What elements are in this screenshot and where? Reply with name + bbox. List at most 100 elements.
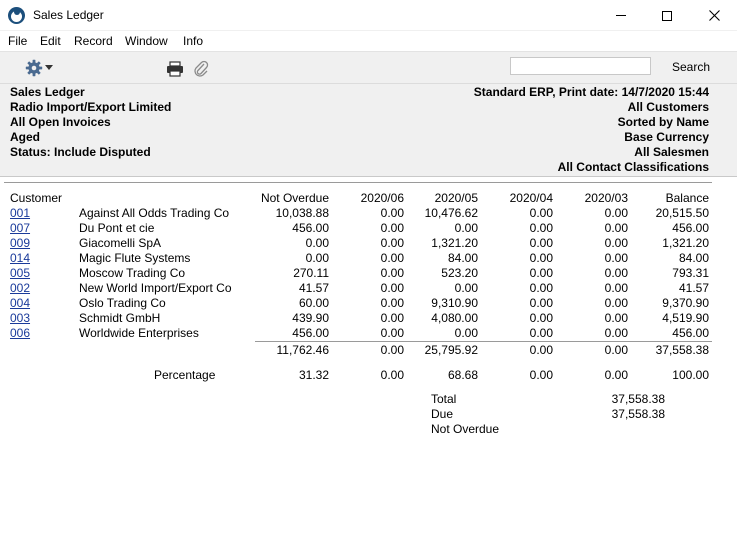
menu-file[interactable]: File [8,34,27,48]
close-icon [708,10,720,21]
customer-filter: All Customers [627,100,709,114]
percentage-label: Percentage [154,368,216,382]
cell-2020-04: 0.00 [529,326,553,340]
cell-not-overdue: 10,038.88 [275,206,329,220]
cell-2020-04: 0.00 [529,266,553,280]
report-body: Customer Not Overdue 2020/06 2020/05 202… [0,178,737,554]
column-header-customer: Customer [10,191,63,205]
table-row[interactable]: 005 Moscow Trading Co 270.11 0.00 523.20 0.00… [0,266,737,281]
cell-not-overdue: 456.00 [292,221,329,235]
total-2020-04: 0.00 [529,343,553,357]
invoice-filter: All Open Invoices [10,115,111,129]
table-row[interactable]: 004 Oslo Trading Co 60.00 0.00 9,310.90 0.00 0… [0,296,737,311]
customer-name: Oslo Trading Co [79,296,166,310]
table-row[interactable]: 001 Against All Odds Trading Co 10,038.88 0… [0,206,737,221]
customer-code-link[interactable]: 004 [10,296,30,310]
total-balance: 37,558.38 [655,343,709,357]
cell-not-overdue: 0.00 [305,251,329,265]
cell-2020-03: 0.00 [604,311,628,325]
cell-2020-06: 0.00 [380,266,404,280]
percentage-balance: 100.00 [672,368,709,382]
print-icon[interactable] [166,61,184,77]
customer-code-link[interactable]: 007 [10,221,30,235]
summary-not-overdue-label: Not Overdue [431,422,500,436]
percentage-not-overdue: 31.32 [298,368,329,382]
search-input[interactable] [510,57,651,75]
menu-bar: File Edit Record Window Info [0,31,737,51]
minimize-icon [616,15,626,16]
cell-balance: 456.00 [672,326,709,340]
cell-2020-04: 0.00 [529,221,553,235]
cell-2020-06: 0.00 [380,326,404,340]
cell-2020-03: 0.00 [604,266,628,280]
cell-2020-05: 0.00 [454,326,478,340]
summary-total-label: Total [431,392,457,406]
column-header-2020-06: 2020/06 [360,191,404,205]
total-2020-06: 0.00 [380,343,404,357]
cell-balance: 84.00 [678,251,709,265]
cell-balance: 4,519.90 [662,311,709,325]
percentage-2020-04: 0.00 [529,368,553,382]
gear-icon[interactable] [25,59,43,77]
customer-name: New World Import/Export Co [79,281,232,295]
table-row[interactable]: 007 Du Pont et cie 456.00 0.00 0.00 0.00 0.00 4… [0,221,737,236]
customer-code-link[interactable]: 005 [10,266,30,280]
customer-name: Against All Odds Trading Co [79,206,230,220]
summary-total-value: 37,558.38 [611,392,665,406]
cell-2020-04: 0.00 [529,311,553,325]
total-not-overdue: 11,762.46 [276,343,330,357]
sort-order: Sorted by Name [617,115,709,129]
menu-info[interactable]: Info [183,34,203,48]
cell-2020-04: 0.00 [529,251,553,265]
cell-balance: 20,515.50 [655,206,709,220]
cell-2020-04: 0.00 [529,236,553,250]
cell-2020-03: 0.00 [604,251,628,265]
window-title: Sales Ledger [33,8,104,22]
customer-name: Moscow Trading Co [79,266,186,280]
cell-2020-06: 0.00 [380,311,404,325]
cell-2020-03: 0.00 [604,221,628,235]
minimize-button[interactable] [598,0,644,31]
cell-2020-04: 0.00 [529,206,553,220]
cell-not-overdue: 439.90 [292,311,329,325]
chevron-down-icon[interactable] [45,65,53,70]
menu-edit[interactable]: Edit [40,34,61,48]
table-row[interactable]: 003 Schmidt GmbH 439.90 0.00 4,080.00 0.00 0.0… [0,311,737,326]
table-row[interactable]: 002 New World Import/Export Co 41.57 0.00 0.… [0,281,737,296]
menu-window[interactable]: Window [125,34,168,48]
search-button[interactable]: Search [672,60,710,74]
cell-2020-06: 0.00 [380,296,404,310]
summary-due-label: Due [431,407,454,421]
customer-code-link[interactable]: 009 [10,236,30,250]
table-row[interactable]: 009 Giacomelli SpA 0.00 0.00 1,321.20 0.00 0.0… [0,236,737,251]
customer-code-link[interactable]: 003 [10,311,30,325]
customer-name: Magic Flute Systems [79,251,191,265]
menu-record[interactable]: Record [74,34,113,48]
cell-balance: 793.31 [672,266,709,280]
maximize-button[interactable] [644,0,690,31]
table-row[interactable]: 006 Worldwide Enterprises 456.00 0.00 0.00 0.… [0,326,737,341]
cell-2020-06: 0.00 [380,221,404,235]
cell-2020-05: 84.00 [447,251,478,265]
cell-2020-05: 4,080.00 [431,311,478,325]
customer-code-link[interactable]: 001 [10,206,30,220]
report-title: Sales Ledger [10,85,85,99]
customer-code-link[interactable]: 002 [10,281,30,295]
table-row[interactable]: 014 Magic Flute Systems 0.00 0.00 84.00 0.00 0… [0,251,737,266]
customer-name: Du Pont et cie [79,221,155,235]
customer-code-link[interactable]: 014 [10,251,30,265]
divider [4,182,712,183]
total-2020-05: 25,795.92 [424,343,478,357]
column-header-2020-05: 2020/05 [434,191,478,205]
cell-2020-05: 9,310.90 [431,296,478,310]
close-button[interactable] [691,0,737,31]
cell-2020-05: 523.20 [441,266,478,280]
cell-2020-05: 0.00 [454,221,478,235]
cell-2020-05: 1,321.20 [431,236,478,250]
percentage-2020-03: 0.00 [604,368,628,382]
currency-filter: Base Currency [624,130,709,144]
paperclip-icon[interactable] [193,60,209,78]
customer-code-link[interactable]: 006 [10,326,30,340]
cell-not-overdue: 456.00 [292,326,329,340]
cell-2020-06: 0.00 [380,236,404,250]
